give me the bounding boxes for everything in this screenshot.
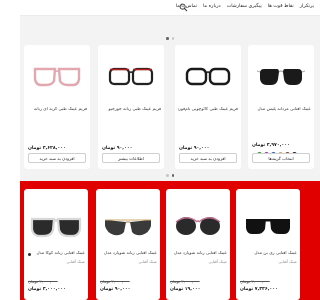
add-to-cart-button[interactable]: افزودن به سبد خرید: [179, 153, 237, 163]
product-title[interactable]: فریم عینک طبی زنانه جورجیو: [101, 107, 161, 113]
select-options-button[interactable]: انتخاب گزینه‌ها: [252, 153, 310, 163]
sale-price: ۹۰,۰۰۰ تومان: [100, 287, 131, 292]
product-title[interactable]: فریم عینک طبی کائوچویی تام‌فورد: [178, 107, 238, 113]
carousel-dot-active[interactable]: [171, 174, 174, 177]
product-price: ۳,۹۷۰,۰۰۰ تومان: [252, 143, 290, 148]
old-price: ۲,۰۰۰,۰۰۰ تومان: [28, 279, 58, 284]
product-image-sunglasses: [256, 69, 306, 85]
product-image-eyeglasses: [108, 67, 154, 86]
sale-card-2[interactable]: عینک آفتابی زنانه شوپارد مدل عینک آفتابی…: [166, 189, 230, 300]
sale-card-4[interactable]: عینک آفتابی زنانه کوکا مدل عینک آفتابی ۲…: [24, 189, 88, 300]
product-category: عینک آفتابی: [66, 259, 85, 264]
product-price: ۹۰,۰۰۰ تومان: [102, 146, 133, 151]
top-navigation-bar: پرتکرار نقاط قوت ها پیگیری سفارشات دربار…: [20, 0, 320, 16]
carousel-dot[interactable]: [166, 174, 169, 177]
search-icon[interactable]: [179, 3, 188, 12]
more-info-button[interactable]: اطلاعات بیشتر: [102, 153, 160, 163]
old-price: ۲,۰۰۰,۰۰۰ تومان: [100, 279, 130, 284]
product-card-2[interactable]: فریم عینک طبی کائوچویی تام‌فورد ۹۰,۰۰۰ ت…: [175, 45, 241, 169]
sale-card-1[interactable]: عینک آفتابی ری بن مدل عینک آفتابی ۲,۰۰۰,…: [236, 189, 300, 300]
sale-card-3[interactable]: عینک آفتابی زنانه شوپارد مدل عینک آفتابی…: [96, 189, 160, 300]
carousel-dot-active[interactable]: [166, 37, 169, 40]
product-image-eyeglasses: [33, 67, 81, 87]
product-category: عینک آفتابی: [138, 259, 157, 264]
product-title[interactable]: عینک آفتابی مردانه پلیس مدل: [251, 107, 311, 113]
sale-price: ۱۹,۰۰۰ تومان: [170, 287, 201, 292]
product-title[interactable]: عینک آفتابی زنانه شوپارد مدل: [99, 251, 157, 256]
product-card-1[interactable]: عینک آفتابی مردانه پلیس مدل طوسی ۳,۹۷۰,۰…: [248, 45, 314, 169]
carousel-dots-bottom: [166, 174, 174, 177]
product-title[interactable]: فریم عینک طبی گربه ای زنانه: [27, 107, 87, 113]
nav-item-4[interactable]: درباره ما: [203, 4, 221, 9]
carousel-dots-top: [166, 37, 174, 40]
sale-price: ۷,۳۳۶,۰۰۰ تومان: [240, 287, 278, 292]
sale-price: ۳,۰۰۰,۰۰۰ تومان: [28, 287, 66, 292]
carousel-dot[interactable]: [171, 37, 174, 40]
main-menu: پرتکرار نقاط قوت ها پیگیری سفارشات دربار…: [176, 4, 314, 9]
old-price: ۲,۰۰۰,۰۰۰ تومان: [170, 279, 200, 284]
product-price: ۹۰,۰۰۰ تومان: [179, 146, 210, 151]
product-card-4[interactable]: فریم عینک طبی گربه ای زنانه ۳,۶۲۸,۰۰۰ تو…: [24, 45, 90, 169]
nav-item-3[interactable]: پیگیری سفارشات: [227, 4, 262, 9]
product-image-sunglasses: [30, 217, 82, 238]
product-image-sunglasses: [105, 219, 151, 236]
product-category: عینک آفتابی: [208, 259, 227, 264]
product-category: عینک آفتابی: [278, 259, 297, 264]
product-title[interactable]: عینک آفتابی زنانه کوکا مدل: [27, 251, 85, 256]
product-card-3[interactable]: فریم عینک طبی زنانه جورجیو ۹۰,۰۰۰ تومان …: [98, 45, 164, 169]
product-image-sunglasses: [246, 219, 290, 234]
sale-products-section: عینک آفتابی ری بن مدل عینک آفتابی ۲,۰۰۰,…: [20, 181, 320, 300]
product-price: ۳,۶۲۸,۰۰۰ تومان: [28, 146, 66, 151]
product-title[interactable]: عینک آفتابی ری بن مدل: [239, 251, 297, 256]
nav-item-1[interactable]: پرتکرار: [300, 4, 314, 9]
old-price: ۲,۰۰۰,۰۰۰ تومان: [240, 279, 270, 284]
product-image-eyeglasses: [185, 67, 231, 86]
product-title[interactable]: عینک آفتابی زنانه شوپارد مدل: [169, 251, 227, 256]
nav-item-2[interactable]: نقاط قوت ها: [268, 4, 294, 9]
add-to-cart-button[interactable]: افزودن به سبد خرید: [28, 153, 86, 163]
product-image-sunglasses: [175, 217, 221, 235]
product-carousel: عینک آفتابی مردانه پلیس مدل طوسی ۳,۹۷۰,۰…: [20, 16, 320, 181]
